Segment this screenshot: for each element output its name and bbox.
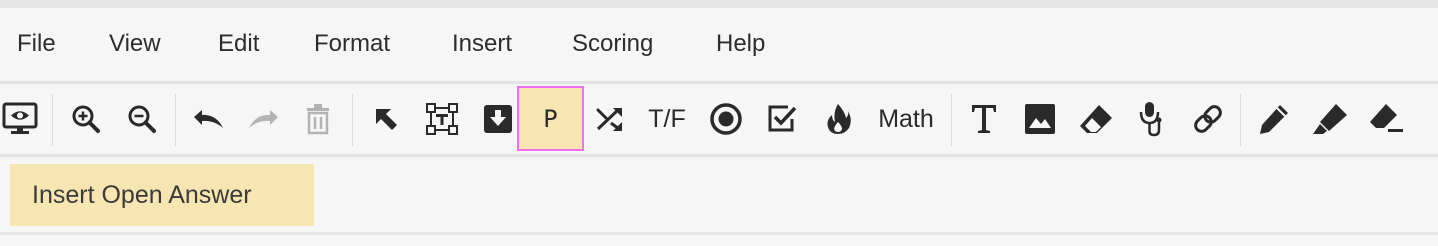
erase-drawing-button[interactable] — [1362, 94, 1408, 144]
select-pointer-button[interactable] — [364, 94, 408, 144]
bottom-border — [0, 232, 1438, 235]
menu-help[interactable]: Help — [716, 30, 765, 58]
zoom-out-button[interactable] — [120, 94, 164, 144]
link-button[interactable] — [1186, 94, 1230, 144]
tooltip-text: Insert Open Answer — [32, 180, 252, 209]
flame-icon — [825, 103, 851, 135]
redo-icon — [246, 107, 282, 131]
text-box-button[interactable] — [420, 94, 464, 144]
toolbar-separator — [175, 94, 176, 146]
top-border — [0, 0, 1438, 8]
eraser-button[interactable] — [1074, 94, 1118, 144]
dropdown-button[interactable] — [476, 94, 520, 144]
toolbar-separator — [1240, 94, 1241, 146]
erase-drawing-icon — [1366, 103, 1404, 135]
radio-button-icon — [709, 102, 743, 136]
insert-open-answer-button[interactable]: P — [517, 86, 584, 151]
menu-view[interactable]: View — [109, 30, 161, 58]
highlighter-button[interactable] — [1308, 94, 1352, 144]
menu-edit[interactable]: Edit — [218, 30, 259, 58]
menu-file[interactable]: File — [17, 30, 56, 58]
tooltip: Insert Open Answer — [10, 164, 314, 226]
menu-insert[interactable]: Insert — [452, 30, 512, 58]
toolbar-separator — [52, 94, 53, 146]
pencil-icon — [1258, 103, 1290, 135]
text-box-icon — [426, 103, 458, 135]
toolbar: P T/F Math — [0, 84, 1438, 157]
math-button[interactable]: Math — [870, 94, 942, 144]
menu-scoring[interactable]: Scoring — [572, 30, 653, 58]
menu-format[interactable]: Format — [314, 30, 390, 58]
preview-button[interactable] — [0, 94, 40, 144]
toolbar-separator — [352, 94, 353, 146]
undo-icon — [190, 107, 226, 131]
math-label: Math — [878, 104, 934, 133]
delete-button[interactable] — [296, 94, 340, 144]
select-pointer-icon — [372, 105, 400, 133]
image-button[interactable] — [1018, 94, 1062, 144]
toolbar-separator — [951, 94, 952, 146]
zoom-in-button[interactable] — [64, 94, 108, 144]
pencil-button[interactable] — [1252, 94, 1296, 144]
radio-button-button[interactable] — [704, 94, 748, 144]
trash-icon — [305, 103, 331, 135]
shuffle-icon — [595, 105, 625, 133]
text-icon — [969, 103, 999, 135]
shuffle-button[interactable] — [590, 94, 630, 144]
link-icon — [1192, 103, 1224, 135]
zoom-out-icon — [126, 103, 158, 135]
checkbox-icon — [766, 103, 798, 135]
image-icon — [1024, 103, 1056, 135]
checkbox-button[interactable] — [760, 94, 804, 144]
open-answer-icon: P — [543, 104, 558, 133]
preview-icon — [2, 102, 38, 136]
microphone-icon — [1139, 101, 1165, 137]
hotspot-button[interactable] — [816, 94, 860, 144]
dropdown-icon — [483, 104, 513, 134]
eraser-icon — [1079, 103, 1113, 135]
redo-button[interactable] — [242, 94, 286, 144]
audio-button[interactable] — [1130, 94, 1174, 144]
true-false-label: T/F — [648, 104, 686, 133]
zoom-in-icon — [70, 103, 102, 135]
text-button[interactable] — [962, 94, 1006, 144]
true-false-button[interactable]: T/F — [640, 94, 694, 144]
menu-bar: File View Edit Format Insert Scoring Hel… — [0, 8, 1438, 84]
highlighter-icon — [1312, 103, 1348, 135]
undo-button[interactable] — [186, 94, 230, 144]
